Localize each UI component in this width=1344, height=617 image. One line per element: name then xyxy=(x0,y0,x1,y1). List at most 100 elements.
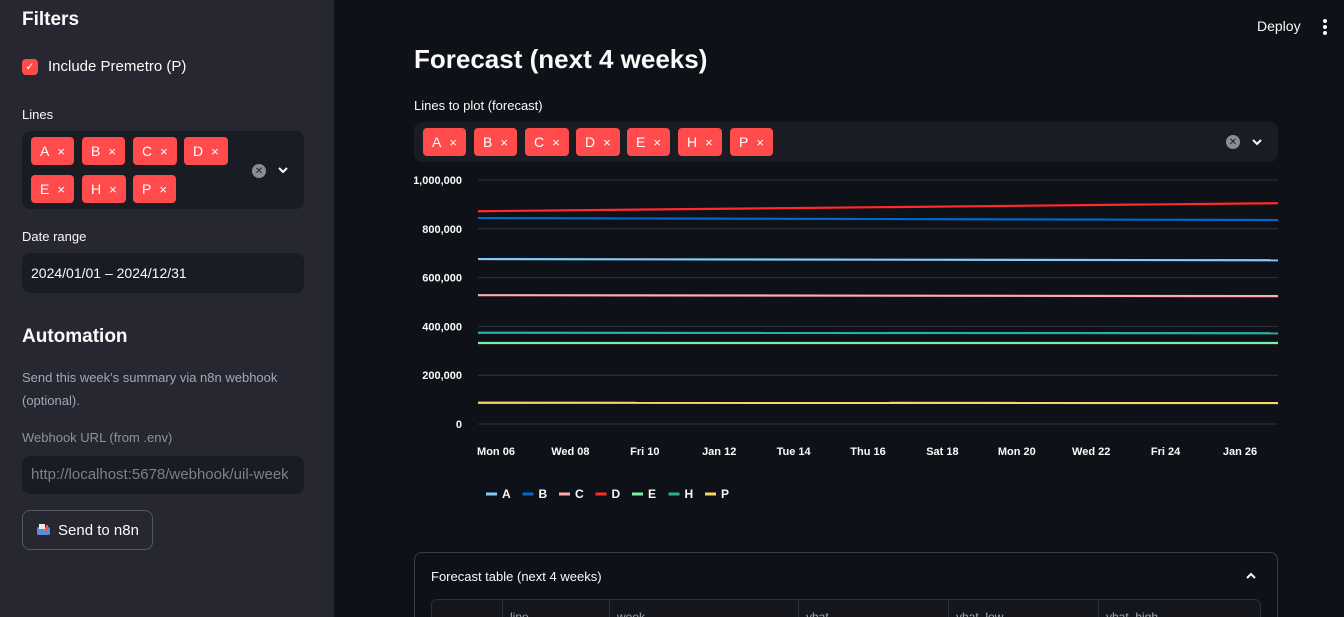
chip-close-icon[interactable]: × xyxy=(653,135,661,150)
date-range-label: Date range xyxy=(22,229,87,244)
chip-close-icon[interactable]: × xyxy=(705,135,713,150)
x-tick-label: Wed 08 xyxy=(551,446,589,458)
chip-line-c[interactable]: C × xyxy=(133,137,177,165)
x-tick-label: Mon 20 xyxy=(998,446,1036,458)
chip-close-icon[interactable]: × xyxy=(108,144,116,159)
send-to-n8n-button[interactable]: Send to n8n xyxy=(22,510,153,550)
chip-plot-e[interactable]: E × xyxy=(627,128,670,156)
chevron-up-icon[interactable] xyxy=(1245,571,1257,581)
chip-label: E xyxy=(40,181,50,197)
x-tick-label: Mon 06 xyxy=(477,446,515,458)
legend-label-d: D xyxy=(612,487,621,501)
chip-line-p[interactable]: P × xyxy=(133,175,176,203)
x-tick-label: Fri 10 xyxy=(630,446,659,458)
chip-close-icon[interactable]: × xyxy=(500,135,508,150)
send-button-label: Send to n8n xyxy=(58,521,139,539)
clear-all-icon[interactable]: ✕ xyxy=(1226,135,1240,149)
chip-close-icon[interactable]: × xyxy=(211,144,219,159)
chip-close-icon[interactable]: × xyxy=(756,135,764,150)
x-tick-label: Fri 24 xyxy=(1151,446,1181,458)
column-header-yhat-high[interactable]: yhat_high xyxy=(1106,610,1158,617)
chip-line-h[interactable]: H × xyxy=(82,175,126,203)
chip-close-icon[interactable]: × xyxy=(57,182,65,197)
chip-plot-h[interactable]: H × xyxy=(678,128,722,156)
lines-multiselect[interactable]: A × B × C × D × E × H × P × ✕ xyxy=(22,131,304,209)
chip-line-b[interactable]: B × xyxy=(82,137,125,165)
date-range-input[interactable]: 2024/01/01 – 2024/12/31 xyxy=(22,253,304,293)
chip-close-icon[interactable]: × xyxy=(57,144,65,159)
y-tick-label: 600,000 xyxy=(422,273,462,285)
chip-label: E xyxy=(636,134,646,150)
sidebar-title: Filters xyxy=(22,9,80,30)
lines-to-plot-multiselect[interactable]: A × B × C × D × E × H × P × ✕ xyxy=(414,122,1278,162)
expander-title: Forecast table (next 4 weeks) xyxy=(431,569,602,584)
y-tick-label: 200,000 xyxy=(422,370,462,382)
include-premetro-checkbox[interactable]: ✓ Include Premetro (P) xyxy=(22,58,186,75)
x-tick-label: Jan 12 xyxy=(702,446,736,458)
chevron-down-icon[interactable] xyxy=(1250,135,1264,149)
automation-heading: Automation xyxy=(22,326,128,347)
column-header-yhat[interactable]: yhat xyxy=(806,610,829,617)
chip-line-a[interactable]: A × xyxy=(31,137,74,165)
y-tick-label: 0 xyxy=(456,419,462,431)
y-tick-label: 1,000,000 xyxy=(414,175,462,187)
chip-plot-p[interactable]: P × xyxy=(730,128,773,156)
forecast-chart-svg[interactable]: 0 200,000 400,000 600,000 800,000 1,000,000 M… xyxy=(413,170,1284,510)
lines-to-plot-label: Lines to plot (forecast) xyxy=(414,98,543,113)
webhook-url-input[interactable]: http://localhost:5678/webhook/uil-week xyxy=(22,456,304,494)
legend-label-b: B xyxy=(539,487,548,501)
x-tick-label: Jan 26 xyxy=(1223,446,1257,458)
chip-plot-b[interactable]: B × xyxy=(474,128,517,156)
column-divider xyxy=(502,600,503,617)
column-divider xyxy=(798,600,799,617)
chip-label: P xyxy=(739,134,749,150)
chip-label: H xyxy=(91,181,102,197)
legend-label-c: C xyxy=(575,487,584,501)
chevron-down-icon[interactable] xyxy=(276,163,290,177)
chip-close-icon[interactable]: × xyxy=(109,182,117,197)
chip-plot-c[interactable]: C × xyxy=(525,128,569,156)
column-header-week[interactable]: week xyxy=(617,610,645,617)
forecast-table-expander[interactable]: Forecast table (next 4 weeks) line week … xyxy=(414,552,1278,617)
app-root: Filters ✓ Include Premetro (P) Lines A × … xyxy=(0,0,1344,617)
legend-label-a: A xyxy=(502,487,511,501)
chip-line-d[interactable]: D × xyxy=(184,137,228,165)
webhook-url-label: Webhook URL (from .env) xyxy=(22,430,173,445)
chip-close-icon[interactable]: × xyxy=(159,182,167,197)
chip-close-icon[interactable]: × xyxy=(603,135,611,150)
chip-label: A xyxy=(40,143,50,159)
column-divider xyxy=(1098,600,1099,617)
chip-line-e[interactable]: E × xyxy=(31,175,74,203)
series-line-d xyxy=(477,202,1279,213)
page-title: Forecast (next 4 weeks) xyxy=(414,44,708,74)
chip-label: A xyxy=(432,134,442,150)
chip-close-icon[interactable]: × xyxy=(449,135,457,150)
chip-label: B xyxy=(483,134,493,150)
x-tick-label: Tue 14 xyxy=(777,446,812,458)
chip-close-icon[interactable]: × xyxy=(160,144,168,159)
forecast-chart[interactable]: 0 200,000 400,000 600,000 800,000 1,000,000 M… xyxy=(413,170,1284,510)
chip-plot-a[interactable]: A × xyxy=(423,128,466,156)
checkmark-icon[interactable]: ✓ xyxy=(22,58,38,75)
column-header-line[interactable]: line xyxy=(510,610,529,617)
chip-label: C xyxy=(142,143,153,159)
chip-close-icon[interactable]: × xyxy=(552,135,560,150)
chip-plot-d[interactable]: D × xyxy=(576,128,620,156)
chip-label: H xyxy=(687,134,698,150)
legend-label-p: P xyxy=(721,487,729,501)
column-header-yhat-low[interactable]: yhat_low xyxy=(956,610,1003,617)
automation-caption: Send this week's summary via n8n webhook… xyxy=(22,370,278,408)
deploy-button[interactable]: Deploy xyxy=(1257,18,1301,34)
x-tick-label: Sat 18 xyxy=(926,446,958,458)
sidebar: Filters ✓ Include Premetro (P) Lines A × … xyxy=(0,0,334,617)
y-tick-label: 800,000 xyxy=(422,224,462,236)
series-line-a xyxy=(477,257,1279,262)
forecast-table-header: line week yhat yhat_low yhat_high xyxy=(431,599,1261,617)
series-line-c xyxy=(477,294,1279,298)
clear-all-icon[interactable]: ✕ xyxy=(252,164,266,178)
x-tick-label: Wed 22 xyxy=(1072,446,1110,458)
main-menu-icon[interactable] xyxy=(1322,19,1328,35)
chip-label: B xyxy=(91,143,101,159)
x-tick-label: Thu 16 xyxy=(850,446,885,458)
column-divider xyxy=(609,600,610,617)
